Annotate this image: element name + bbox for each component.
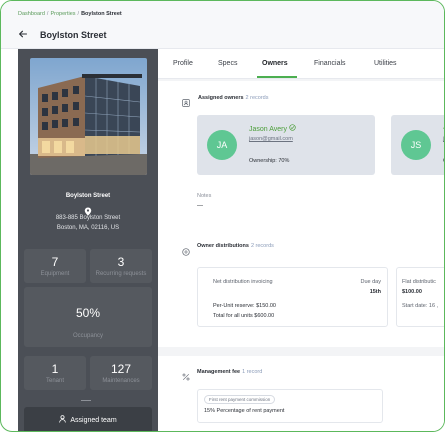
tab-profile[interactable]: Profile bbox=[173, 60, 193, 67]
tab-financials[interactable]: Financials bbox=[314, 60, 346, 67]
fee-section-title: Management fee 1 record bbox=[197, 369, 262, 375]
distribution-card[interactable]: Flat distributic $100.00 Start date: 16 … bbox=[396, 267, 444, 327]
breadcrumb-current: Boylston Street bbox=[81, 11, 122, 17]
section-count: 1 record bbox=[242, 369, 263, 375]
fee-type-pill: First rent payment commission bbox=[204, 395, 276, 404]
distribution-type: Flat distributic bbox=[402, 279, 436, 285]
distribution-card[interactable]: Net distribution invoicing Due day 15th … bbox=[197, 267, 388, 327]
main-content: Profile Specs Owners Financials Utilitie… bbox=[158, 49, 444, 431]
avatar: JA bbox=[207, 130, 237, 160]
distribution-amount: $100.00 bbox=[402, 289, 422, 295]
stat-value: 1 bbox=[51, 362, 59, 376]
owner-ownership: Ownership: 70% bbox=[249, 158, 290, 164]
stat-label: Recurring requests bbox=[95, 271, 147, 277]
due-day-value: 15th bbox=[369, 289, 381, 295]
tab-utilities[interactable]: Utilities bbox=[374, 60, 397, 67]
stat-occupancy[interactable]: 50% Occupancy bbox=[24, 287, 152, 347]
assigned-team-label: Assigned team bbox=[70, 416, 117, 424]
management-fee-card[interactable]: First rent payment commission 15% Percen… bbox=[197, 389, 383, 423]
fee-description: 15% Percentage of rent payment bbox=[204, 408, 285, 414]
stat-label: Tenant bbox=[45, 378, 64, 384]
owner-email[interactable]: jason@gmail.com bbox=[249, 136, 293, 142]
distribution-icon bbox=[182, 243, 190, 256]
per-unit-reserve: Per-Unit reserve: $150.00 bbox=[213, 303, 276, 309]
due-day-label: Due day bbox=[360, 279, 382, 285]
active-tab-indicator bbox=[257, 76, 297, 78]
owners-list-icon bbox=[182, 94, 190, 107]
stat-label: Equipment bbox=[40, 271, 70, 277]
address-line-1: 883-885 Boylston Street bbox=[55, 215, 121, 221]
owner-name-text: Jason Avery bbox=[249, 126, 288, 133]
owner-card[interactable]: JS J j O bbox=[391, 115, 444, 175]
stat-value: 127 bbox=[110, 362, 132, 376]
stat-label: Occupancy bbox=[72, 333, 103, 339]
breadcrumb-separator: / bbox=[77, 11, 80, 17]
location-pin-icon bbox=[84, 203, 92, 216]
stat-tenant[interactable]: 1 Tenant bbox=[24, 356, 86, 390]
tab-specs[interactable]: Specs bbox=[218, 60, 237, 67]
breadcrumb-dashboard[interactable]: Dashboard bbox=[18, 11, 45, 17]
section-count: 2 records bbox=[250, 243, 274, 249]
property-photo bbox=[30, 58, 147, 175]
distribution-start-date: Start date: 16 , bbox=[402, 303, 439, 309]
notes-label: Notes bbox=[197, 193, 212, 199]
page-title: Boylston Street bbox=[40, 30, 107, 40]
assigned-team-button[interactable]: Assigned team bbox=[24, 407, 152, 431]
owner-email[interactable]: j bbox=[443, 136, 444, 142]
tab-owners[interactable]: Owners bbox=[262, 60, 288, 67]
section-title-text: Owner distributions bbox=[197, 243, 249, 249]
stat-value: 50% bbox=[75, 306, 101, 320]
stat-maintenances[interactable]: 127 Maintenances bbox=[90, 356, 152, 390]
avatar: JS bbox=[401, 130, 431, 160]
distribution-type: Net distribution invoicing bbox=[213, 279, 273, 285]
distributions-section-title: Owner distributions 2 records bbox=[197, 243, 274, 249]
stat-value: 7 bbox=[51, 255, 59, 269]
percent-icon bbox=[182, 368, 190, 381]
notes-value: — bbox=[197, 203, 203, 209]
breadcrumb-separator: / bbox=[46, 11, 49, 17]
owners-section-title: Assigned owners 2 records bbox=[198, 95, 268, 101]
address-line-2: Boston, MA, 02116, US bbox=[56, 225, 120, 231]
divider bbox=[81, 400, 91, 401]
section-count: 2 records bbox=[245, 95, 269, 101]
management-fee-section: Management fee 1 record First rent paymen… bbox=[158, 356, 444, 431]
person-icon bbox=[59, 415, 67, 425]
stat-equipment[interactable]: 7 Equipment bbox=[24, 249, 86, 283]
stat-label: Maintenances bbox=[102, 378, 140, 384]
stat-value: 3 bbox=[117, 255, 125, 269]
total-all-units: Total for all units $600.00 bbox=[213, 313, 275, 319]
owner-name[interactable]: Jason Avery bbox=[249, 124, 296, 133]
section-title-text: Management fee bbox=[197, 369, 241, 375]
section-title-text: Assigned owners bbox=[198, 95, 244, 101]
back-arrow-icon[interactable] bbox=[18, 29, 28, 39]
breadcrumb-properties[interactable]: Properties bbox=[50, 11, 75, 17]
stat-recurring-requests[interactable]: 3 Recurring requests bbox=[90, 249, 152, 283]
property-sidebar: Boylston Street 883-885 Boylston Street … bbox=[18, 49, 158, 431]
app-window: Dashboard / Properties / Boylston Street Boy… bbox=[0, 0, 445, 432]
tab-bar: Profile Specs Owners Financials Utilitie… bbox=[158, 49, 444, 79]
page-header: Dashboard / Properties / Boylston Street Boy… bbox=[1, 1, 444, 49]
breadcrumb: Dashboard / Properties / Boylston Street bbox=[18, 11, 122, 17]
property-name: Boylston Street bbox=[65, 193, 111, 199]
owner-card[interactable]: JA Jason Avery jason@gmail.com Ownership… bbox=[197, 115, 375, 175]
owner-link-icon bbox=[289, 124, 296, 133]
owner-distributions-section: Owner distributions 2 records Net distrib… bbox=[158, 233, 444, 347]
